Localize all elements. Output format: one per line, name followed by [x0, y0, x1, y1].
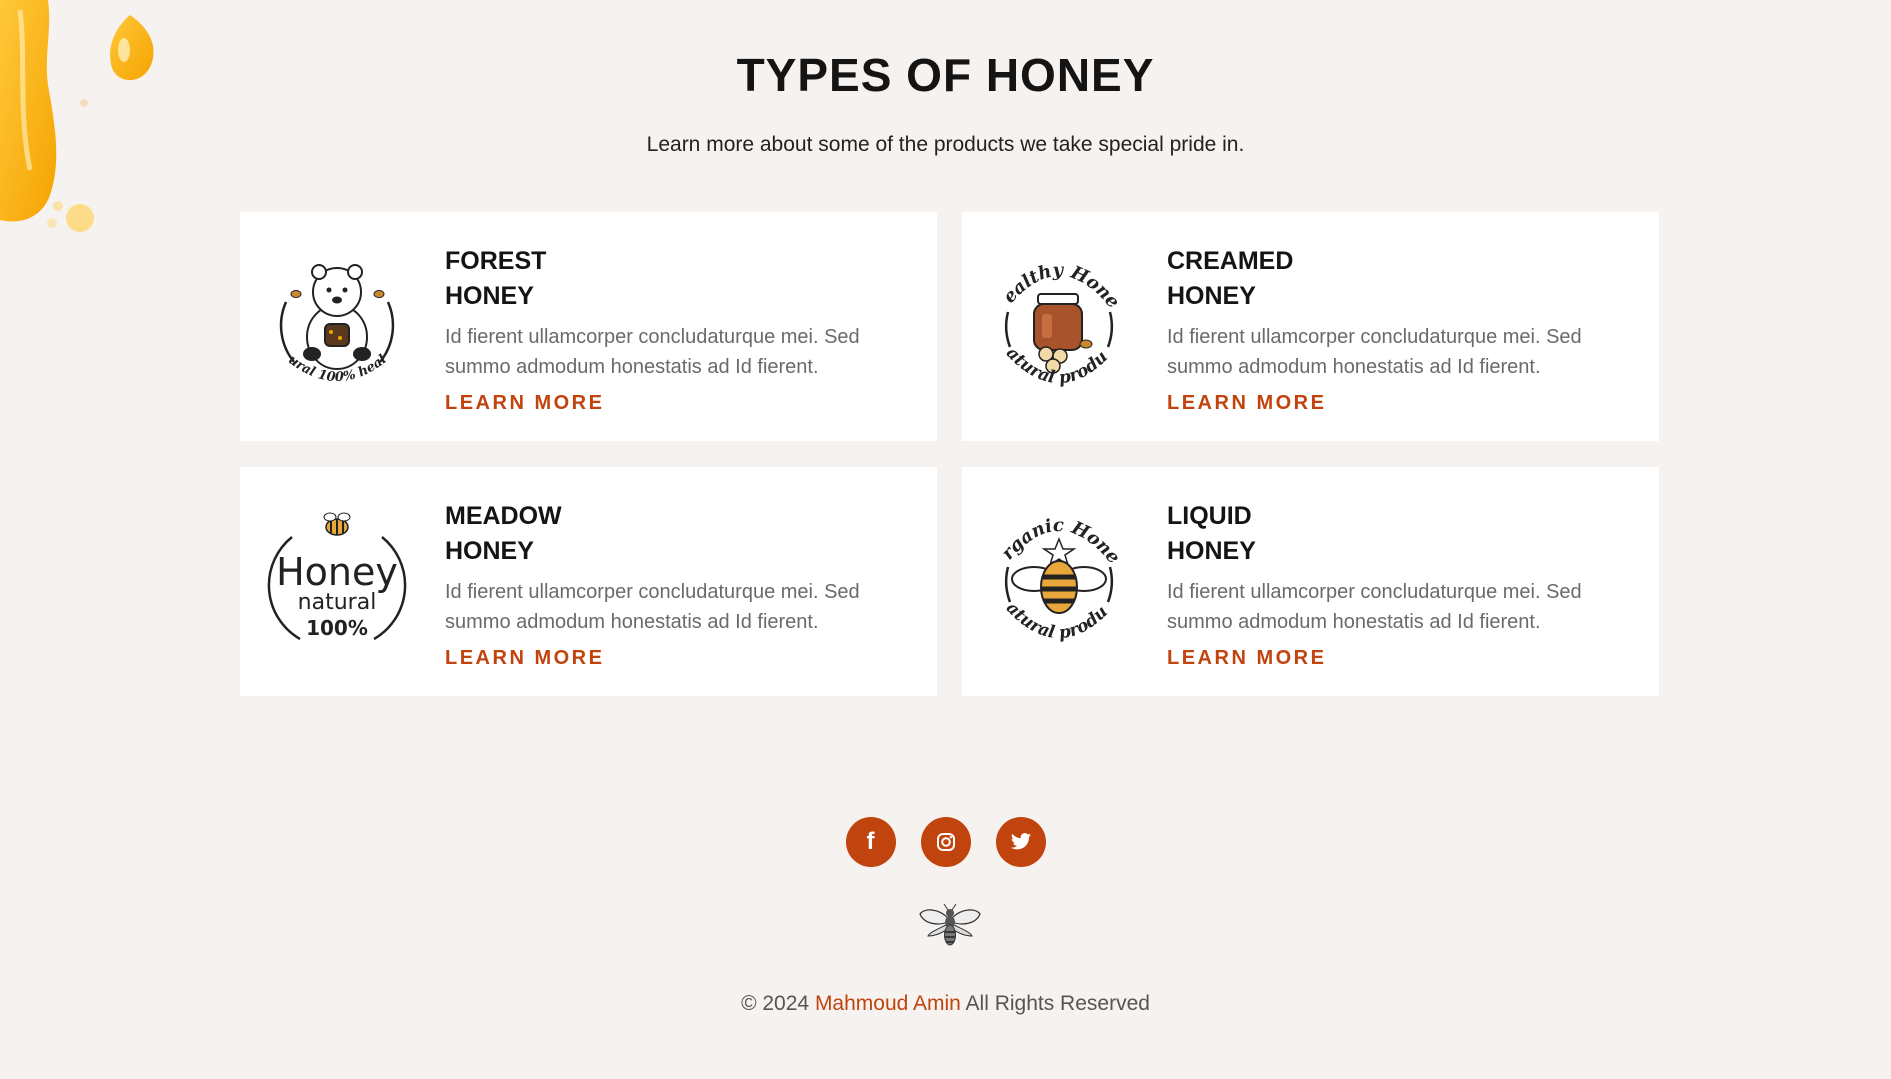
- learn-more-link[interactable]: LEARN MORE: [1167, 647, 1326, 670]
- social-links: f: [0, 817, 1891, 867]
- card-description: Id fierent ullamcorper concludaturque me…: [445, 326, 860, 378]
- learn-more-link[interactable]: LEARN MORE: [445, 647, 604, 670]
- card-title-line2: HONEY: [1167, 537, 1256, 565]
- card-title-line2: HONEY: [445, 537, 534, 565]
- honey-natural-logo: Honey natural 100%: [267, 512, 407, 641]
- instagram-icon: [936, 833, 955, 851]
- twitter-icon: [1010, 833, 1031, 850]
- honey-logo-word: Honey: [276, 550, 398, 594]
- facebook-icon: f: [866, 828, 875, 855]
- facebook-button[interactable]: f: [845, 817, 896, 867]
- card-description: Id fierent ullamcorper concludaturque me…: [1167, 326, 1582, 378]
- copyright-prefix: © 2024: [741, 992, 810, 1015]
- author-link[interactable]: Mahmoud Amin: [815, 992, 961, 1015]
- honey-card-creamed: Healthy Honey natural product CREAMED HO…: [962, 212, 1659, 441]
- section-subtitle: Learn more about some of the products we…: [646, 133, 1245, 156]
- card-description: Id fierent ullamcorper concludaturque me…: [1167, 581, 1582, 633]
- twitter-button[interactable]: [995, 817, 1046, 867]
- card-body: CREAMED HONEY Id fierent ullamcorper con…: [1167, 240, 1635, 415]
- copyright-suffix: All Rights Reserved: [965, 992, 1150, 1015]
- footer-copyright: © 2024 Mahmoud Amin All Rights Reserved: [0, 992, 1891, 1016]
- learn-more-link[interactable]: LEARN MORE: [445, 392, 604, 415]
- card-title-line2: HONEY: [1167, 282, 1256, 310]
- honey-types-grid: natural 100% healthy FOREST HONEY Id fie…: [240, 212, 1660, 696]
- card-body: FOREST HONEY Id fierent ullamcorper conc…: [445, 240, 913, 415]
- card-title-line1: MEADOW: [445, 502, 562, 530]
- honey-drip-decoration: [0, 0, 154, 232]
- card-description: Id fierent ullamcorper concludaturque me…: [445, 581, 860, 633]
- instagram-button[interactable]: [920, 817, 971, 867]
- card-title-line1: CREAMED: [1167, 247, 1294, 275]
- card-title-line2: HONEY: [445, 282, 534, 310]
- organic-bee-logo: Organic Honey natural product: [986, 497, 1124, 643]
- percent-logo-word: 100%: [306, 616, 368, 640]
- bear-honey-logo: natural 100% healthy: [264, 242, 395, 385]
- learn-more-link[interactable]: LEARN MORE: [1167, 392, 1326, 415]
- card-body: LIQUID HONEY Id fierent ullamcorper conc…: [1167, 495, 1635, 670]
- honey-card-meadow: Honey natural 100% MEADOW HONEY Id fiere…: [240, 467, 937, 696]
- card-title-line1: LIQUID: [1167, 502, 1252, 530]
- bee-emblem-icon: [919, 903, 981, 946]
- honey-card-liquid: Organic Honey natural product LIQUID HON…: [962, 467, 1659, 696]
- natural-logo-word: natural: [298, 590, 377, 615]
- honey-card-forest: natural 100% healthy FOREST HONEY Id fie…: [240, 212, 937, 441]
- section-title: TYPES OF HONEY: [736, 49, 1155, 101]
- card-title-line1: FOREST: [445, 247, 547, 275]
- honey-jar-logo: Healthy Honey natural product: [986, 242, 1124, 388]
- card-body: MEADOW HONEY Id fierent ullamcorper conc…: [445, 495, 913, 670]
